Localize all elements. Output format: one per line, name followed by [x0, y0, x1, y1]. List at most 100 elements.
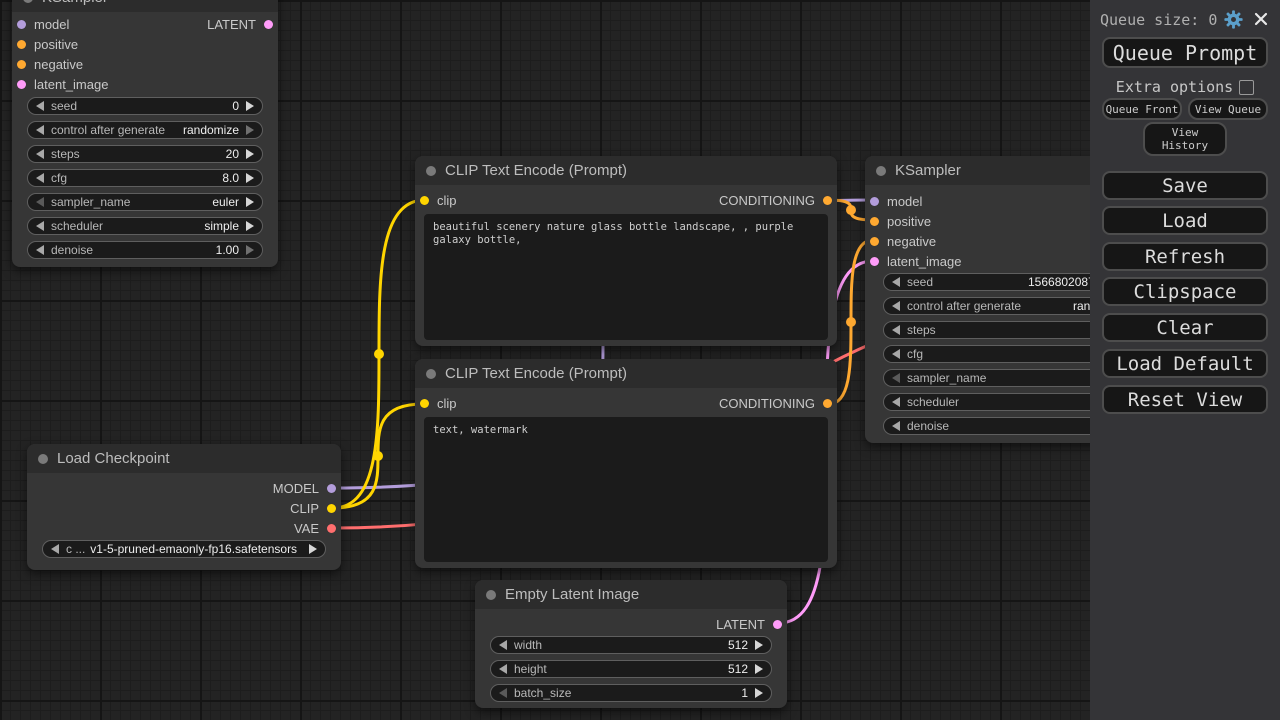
input-port-clip[interactable]	[420, 399, 429, 408]
collapse-dot-icon[interactable]	[426, 166, 436, 176]
node-title-bar[interactable]: CLIP Text Encode (Prompt)	[415, 359, 837, 388]
decrement-arrow-icon[interactable]	[36, 197, 44, 207]
node-title-bar[interactable]: CLIP Text Encode (Prompt)	[415, 156, 837, 185]
widget-cfg[interactable]: cfg 8.0	[27, 169, 263, 187]
input-port-model[interactable]	[17, 20, 26, 29]
decrement-arrow-icon[interactable]	[499, 688, 507, 698]
decrement-arrow-icon[interactable]	[499, 640, 507, 650]
input-row-model: model	[12, 14, 74, 34]
decrement-arrow-icon[interactable]	[892, 325, 900, 335]
decrement-arrow-icon[interactable]	[36, 101, 44, 111]
input-row-clip: clip	[415, 393, 462, 413]
widget-label: control after generate	[51, 123, 165, 137]
widget-label: sampler_name	[51, 195, 130, 209]
reset-view-button[interactable]: Reset View	[1102, 385, 1268, 414]
extra-options-label: Extra options	[1116, 78, 1233, 96]
increment-arrow-icon[interactable]	[246, 125, 254, 135]
node-title-bar[interactable]: Empty Latent Image	[475, 580, 787, 609]
load-default-button[interactable]: Load Default	[1102, 349, 1268, 378]
decrement-arrow-icon[interactable]	[892, 277, 900, 287]
node-title-bar[interactable]: Load Checkpoint	[27, 444, 341, 473]
decrement-arrow-icon[interactable]	[51, 544, 59, 554]
widget-batch-size[interactable]: batch_size 1	[490, 684, 772, 702]
close-icon[interactable]	[1253, 11, 1269, 27]
queue-front-button[interactable]: Queue Front	[1102, 98, 1182, 120]
widget-label: width	[514, 638, 542, 652]
input-port-negative[interactable]	[870, 237, 879, 246]
collapse-dot-icon[interactable]	[426, 369, 436, 379]
widget-height[interactable]: height 512	[490, 660, 772, 678]
save-button[interactable]: Save	[1102, 171, 1268, 200]
input-port-positive[interactable]	[17, 40, 26, 49]
input-port-clip[interactable]	[420, 196, 429, 205]
clear-button[interactable]: Clear	[1102, 313, 1268, 342]
widget-seed[interactable]: seed 0	[27, 97, 263, 115]
increment-arrow-icon[interactable]	[246, 101, 254, 111]
output-port-clip[interactable]	[327, 504, 336, 513]
decrement-arrow-icon[interactable]	[892, 397, 900, 407]
decrement-arrow-icon[interactable]	[36, 173, 44, 183]
port-label: clip	[437, 396, 457, 411]
input-row-negative: negative	[12, 54, 88, 74]
output-port-conditioning[interactable]	[823, 399, 832, 408]
load-button[interactable]: Load	[1102, 206, 1268, 235]
output-port-conditioning[interactable]	[823, 196, 832, 205]
output-port-model[interactable]	[327, 484, 336, 493]
decrement-arrow-icon[interactable]	[36, 245, 44, 255]
widget-value: 1.00	[93, 243, 246, 257]
decrement-arrow-icon[interactable]	[892, 373, 900, 383]
increment-arrow-icon[interactable]	[246, 149, 254, 159]
clipspace-button[interactable]: Clipspace	[1102, 277, 1268, 306]
output-port-latent[interactable]	[264, 20, 273, 29]
view-history-button[interactable]: View History	[1143, 122, 1227, 156]
refresh-button[interactable]: Refresh	[1102, 242, 1268, 271]
input-port-latent-image[interactable]	[17, 80, 26, 89]
node-load-checkpoint[interactable]: Load Checkpoint MODEL CLIP VAE c ... v1-…	[27, 444, 341, 570]
input-port-latent-image[interactable]	[870, 257, 879, 266]
increment-arrow-icon[interactable]	[755, 640, 763, 650]
decrement-arrow-icon[interactable]	[892, 349, 900, 359]
widget-width[interactable]: width 512	[490, 636, 772, 654]
input-row-latent-image: latent_image	[865, 251, 966, 271]
widget-scheduler[interactable]: scheduler simple	[27, 217, 263, 235]
widget-ckpt-name[interactable]: c ... v1-5-pruned-emaonly-fp16.safetenso…	[42, 540, 326, 558]
extra-options-checkbox[interactable]	[1239, 80, 1254, 95]
increment-arrow-icon[interactable]	[246, 197, 254, 207]
decrement-arrow-icon[interactable]	[36, 149, 44, 159]
node-ksampler-left[interactable]: KSampler model positive negative latent_…	[12, 0, 278, 267]
collapse-dot-icon[interactable]	[38, 454, 48, 464]
input-port-negative[interactable]	[17, 60, 26, 69]
collapse-dot-icon[interactable]	[876, 166, 886, 176]
queue-prompt-button[interactable]: Queue Prompt	[1102, 37, 1268, 68]
collapse-dot-icon[interactable]	[23, 0, 33, 3]
widget-value: 0	[77, 99, 246, 113]
node-clip-text-encode-positive[interactable]: CLIP Text Encode (Prompt) clip CONDITION…	[415, 156, 837, 346]
decrement-arrow-icon[interactable]	[892, 301, 900, 311]
widget-denoise[interactable]: denoise 1.00	[27, 241, 263, 259]
increment-arrow-icon[interactable]	[246, 245, 254, 255]
node-clip-text-encode-negative[interactable]: CLIP Text Encode (Prompt) clip CONDITION…	[415, 359, 837, 568]
decrement-arrow-icon[interactable]	[36, 221, 44, 231]
increment-arrow-icon[interactable]	[246, 173, 254, 183]
view-queue-button[interactable]: View Queue	[1188, 98, 1268, 120]
widget-control-after-generate[interactable]: control after generate randomize	[27, 121, 263, 139]
node-empty-latent-image[interactable]: Empty Latent Image LATENT width 512 heig…	[475, 580, 787, 708]
decrement-arrow-icon[interactable]	[36, 125, 44, 135]
prompt-textarea[interactable]: beautiful scenery nature glass bottle la…	[424, 214, 828, 340]
collapse-dot-icon[interactable]	[486, 590, 496, 600]
input-port-model[interactable]	[870, 197, 879, 206]
widget-sampler-name[interactable]: sampler_name euler	[27, 193, 263, 211]
input-port-positive[interactable]	[870, 217, 879, 226]
settings-gear-icon[interactable]	[1224, 10, 1243, 29]
decrement-arrow-icon[interactable]	[499, 664, 507, 674]
increment-arrow-icon[interactable]	[246, 221, 254, 231]
increment-arrow-icon[interactable]	[755, 664, 763, 674]
prompt-textarea[interactable]: text, watermark	[424, 417, 828, 562]
increment-arrow-icon[interactable]	[309, 544, 317, 554]
node-title-bar[interactable]: KSampler	[12, 0, 278, 12]
increment-arrow-icon[interactable]	[755, 688, 763, 698]
widget-steps[interactable]: steps 20	[27, 145, 263, 163]
decrement-arrow-icon[interactable]	[892, 421, 900, 431]
output-port-vae[interactable]	[327, 524, 336, 533]
output-port-latent[interactable]	[773, 620, 782, 629]
